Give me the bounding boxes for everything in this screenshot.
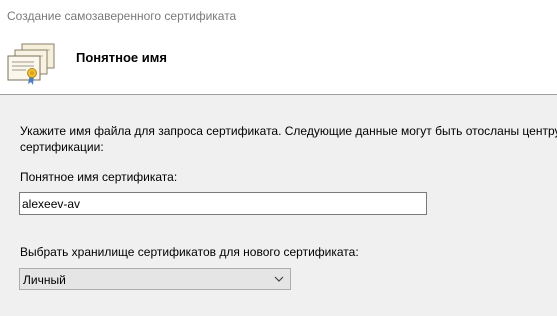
instruction-line-1: Укажите имя файла для запроса сертификат…: [20, 124, 557, 138]
window-title: Создание самозаверенного сертификата: [7, 9, 237, 23]
certificate-store-selected-value: Личный: [23, 273, 66, 287]
instruction-text: Укажите имя файла для запроса сертификат…: [20, 123, 557, 155]
certificate-stack-icon: [7, 43, 55, 85]
create-self-signed-certificate-dialog: Создание самозаверенного сертификата Пон…: [0, 0, 557, 316]
certificate-store-label: Выбрать хранилище сертификатов для новог…: [20, 245, 359, 259]
page-title: Понятное имя: [76, 50, 167, 65]
certificate-store-select[interactable]: Личный: [19, 268, 291, 290]
title-bar: Создание самозаверенного сертификата: [0, 0, 557, 30]
friendly-name-input[interactable]: [19, 192, 427, 215]
wizard-header: Понятное имя: [0, 30, 557, 94]
friendly-name-label: Понятное имя сертификата:: [20, 170, 178, 184]
chevron-down-icon: [274, 276, 284, 282]
wizard-body: Укажите имя файла для запроса сертификат…: [0, 95, 557, 316]
instruction-line-2: сертификации:: [20, 140, 104, 154]
